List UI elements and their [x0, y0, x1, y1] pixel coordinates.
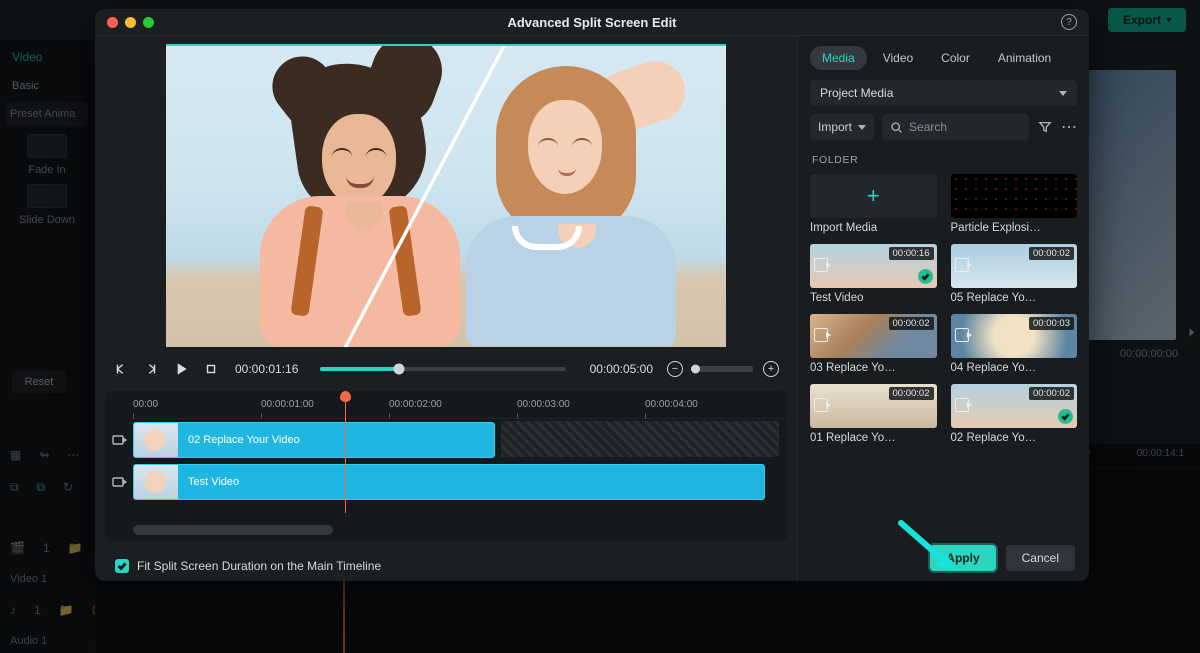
bg-right-tab [1184, 310, 1200, 354]
media-panel: Media Video Color Animation Project Medi… [797, 36, 1089, 581]
preview-pane: 00:00:01:16 00:00:05:00 − + 00:00 00:00:… [95, 36, 797, 581]
search-input[interactable]: Search [882, 114, 1029, 140]
fit-duration-checkbox[interactable] [115, 559, 129, 573]
stop-button[interactable] [203, 361, 219, 377]
close-icon[interactable] [107, 17, 118, 28]
track-icon[interactable] [111, 432, 127, 448]
bg-reset: Reset [12, 371, 66, 393]
modal-actions: Apply Cancel [930, 545, 1075, 571]
video-icon [955, 258, 969, 272]
clip-label: 02 Replace Your Video [178, 434, 300, 446]
media-card[interactable]: 00:00:02 03 Replace Yo… [810, 314, 937, 374]
filter-icon[interactable] [1037, 120, 1053, 134]
zoom-in-button[interactable]: + [763, 361, 779, 377]
more-icon[interactable]: ⋯ [1061, 117, 1077, 137]
timeline-empty-region [501, 421, 779, 457]
minimize-icon[interactable] [125, 17, 136, 28]
media-card[interactable]: 00:00:02 05 Replace Yo… [951, 244, 1078, 304]
zoom-controls: − + [667, 361, 779, 377]
search-icon [890, 121, 903, 134]
track-icon[interactable] [111, 474, 127, 490]
media-card[interactable]: 00:00:16 Test Video [810, 244, 937, 304]
current-time: 00:00:01:16 [235, 362, 298, 376]
timeline-scrollbar[interactable] [133, 525, 333, 535]
zoom-out-button[interactable]: − [667, 361, 683, 377]
plus-icon: + [867, 183, 880, 209]
tab-media[interactable]: Media [810, 46, 867, 70]
apply-button[interactable]: Apply [930, 545, 995, 571]
video-icon [955, 328, 969, 342]
search-placeholder: Search [909, 120, 947, 134]
bg-tab-video: Video [0, 40, 94, 74]
media-tabs: Media Video Color Animation [810, 46, 1077, 70]
fullscreen-icon[interactable] [143, 17, 154, 28]
zoom-slider[interactable] [693, 366, 753, 372]
media-grid: + Import Media Particle Explosi… 00:00:1… [810, 174, 1077, 444]
fit-duration-row: Fit Split Screen Duration on the Main Ti… [105, 549, 785, 573]
play-button[interactable] [173, 361, 189, 377]
clip[interactable]: Test Video [133, 464, 765, 500]
fit-duration-label: Fit Split Screen Duration on the Main Ti… [137, 559, 381, 573]
titlebar: Advanced Split Screen Edit ? [95, 9, 1089, 36]
project-media-select[interactable]: Project Media [810, 80, 1077, 106]
checked-icon [918, 269, 933, 284]
video-icon [814, 398, 828, 412]
timeline-track: Test Video [105, 461, 787, 503]
bg-left-panel: Video Basic Preset Anima Fade In Slide D… [0, 40, 95, 653]
split-screen-modal: Advanced Split Screen Edit ? [95, 9, 1089, 581]
media-card[interactable]: Particle Explosi… [951, 174, 1078, 234]
clip[interactable]: 02 Replace Your Video [133, 422, 495, 458]
tab-animation[interactable]: Animation [986, 46, 1063, 70]
prev-frame-button[interactable] [113, 361, 129, 377]
duration: 00:00:05:00 [590, 362, 653, 376]
import-button[interactable]: Import [810, 114, 874, 140]
media-card[interactable]: 00:00:02 02 Replace Yo… [951, 384, 1078, 444]
video-preview[interactable] [166, 44, 726, 347]
timeline-ruler[interactable]: 00:00 00:00:01:00 00:00:02:00 00:00:03:0… [133, 397, 787, 419]
tab-video[interactable]: Video [871, 46, 925, 70]
media-card[interactable]: 00:00:03 04 Replace Yo… [951, 314, 1078, 374]
window-controls[interactable] [107, 17, 154, 28]
help-icon[interactable]: ? [1061, 14, 1077, 30]
progress-bar[interactable] [320, 367, 565, 371]
cancel-button[interactable]: Cancel [1006, 545, 1075, 571]
export-button: Export [1108, 8, 1186, 32]
tab-color[interactable]: Color [929, 46, 982, 70]
clip-label: Test Video [178, 476, 239, 488]
checked-icon [1058, 409, 1073, 424]
video-icon [814, 328, 828, 342]
video-icon [814, 258, 828, 272]
chevron-down-icon [858, 125, 866, 130]
timeline-panel: 00:00 00:00:01:00 00:00:02:00 00:00:03:0… [105, 391, 787, 541]
modal-title: Advanced Split Screen Edit [95, 15, 1089, 30]
folder-heading: FOLDER [812, 154, 1077, 166]
playhead[interactable] [345, 391, 346, 513]
chevron-down-icon [1059, 91, 1067, 96]
media-card-import[interactable]: + Import Media [810, 174, 937, 234]
media-card[interactable]: 00:00:02 01 Replace Yo… [810, 384, 937, 444]
transport-bar: 00:00:01:16 00:00:05:00 − + [105, 355, 787, 383]
video-icon [955, 398, 969, 412]
next-frame-button[interactable] [143, 361, 159, 377]
